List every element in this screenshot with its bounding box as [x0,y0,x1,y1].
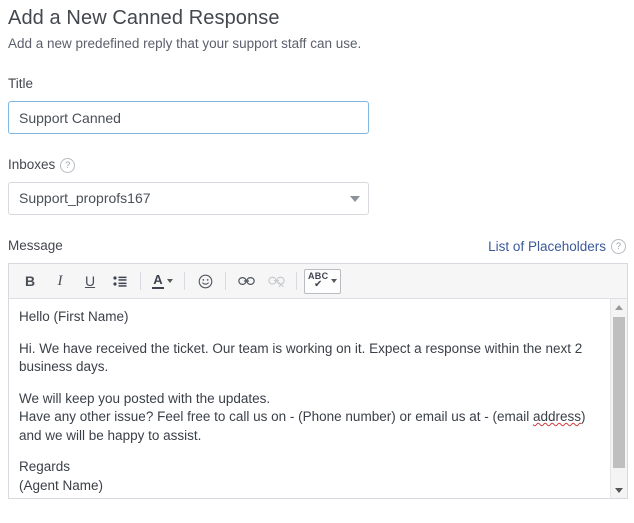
text-color-button[interactable]: A [148,269,177,294]
message-agent-name: (Agent Name) [19,478,103,493]
link-icon [238,275,255,287]
editor-scrollbar[interactable] [610,299,627,498]
message-misspelled-word: address [533,409,581,424]
message-paragraph-2: We will keep you posted with the updates… [19,390,600,446]
message-textarea[interactable]: Hello (First Name) Hi. We have received … [9,299,610,498]
inboxes-select[interactable]: Support_proprofs167 [8,182,369,215]
emoji-button[interactable] [192,269,218,294]
bullet-list-button[interactable] [107,269,133,294]
title-label: Title [8,75,33,93]
text-color-swatch [152,287,164,289]
toolbar-separator [184,272,185,290]
message-signature: Regards (Agent Name) [19,458,600,495]
title-input[interactable] [8,101,369,134]
editor-toolbar: B I U A [9,264,627,299]
message-line-assist: and we will be happy to assist. [19,428,201,443]
title-label-row: Title [8,75,626,93]
message-line-contact-a: Have any other issue? Feel free to call … [19,409,533,424]
page-subtitle: Add a new predefined reply that your sup… [8,31,626,53]
title-field-group: Title [8,75,626,134]
scrollbar-thumb[interactable] [613,317,625,468]
list-of-placeholders-link[interactable]: List of Placeholders ? [488,239,626,254]
toolbar-separator [296,272,297,290]
chevron-down-icon [331,279,337,283]
scroll-down-arrow-icon[interactable] [611,482,627,498]
text-color-letter: A [153,273,162,286]
toolbar-separator [225,272,226,290]
list-of-placeholders-label: List of Placeholders [488,239,606,254]
help-circle-icon[interactable]: ? [60,158,75,173]
message-label: Message [8,237,63,255]
spellcheck-button[interactable]: ABC ✔ [304,269,341,294]
inboxes-select-wrap: Support_proprofs167 [8,182,369,215]
editor-body: Hello (First Name) Hi. We have received … [9,299,627,498]
scroll-up-arrow-icon[interactable] [611,299,627,315]
help-circle-icon[interactable]: ? [611,239,626,254]
unlink-icon [268,275,285,288]
page-title: Add a New Canned Response [8,0,626,31]
message-line-updates: We will keep you posted with the updates… [19,391,270,406]
text-color-icon: A [152,273,164,289]
inboxes-label-wrap: Inboxes ? [8,156,75,174]
check-icon: ✔ [314,280,322,290]
spellcheck-icon: ABC ✔ [308,272,328,290]
message-greeting: Hello (First Name) [19,308,600,327]
canned-response-form-page: Add a New Canned Response Add a new pred… [0,0,634,523]
unlink-button [263,269,289,294]
inboxes-field-group: Inboxes ? Support_proprofs167 [8,156,626,215]
message-field-group: Message List of Placeholders ? B I U [8,237,626,499]
inboxes-label: Inboxes [8,156,55,174]
bold-button[interactable]: B [17,269,43,294]
message-line-contact-c: ) [581,409,586,424]
message-regards: Regards [19,459,70,474]
toolbar-separator [140,272,141,290]
italic-button[interactable]: I [47,269,73,294]
message-label-row: Message List of Placeholders ? [8,237,626,255]
underline-button[interactable]: U [77,269,103,294]
inboxes-label-row: Inboxes ? [8,156,626,174]
smiley-icon [198,274,213,289]
insert-link-button[interactable] [233,269,259,294]
chevron-down-icon [167,279,173,283]
message-paragraph-1: Hi. We have received the ticket. Our tea… [19,340,600,377]
message-editor: B I U A [8,263,628,499]
